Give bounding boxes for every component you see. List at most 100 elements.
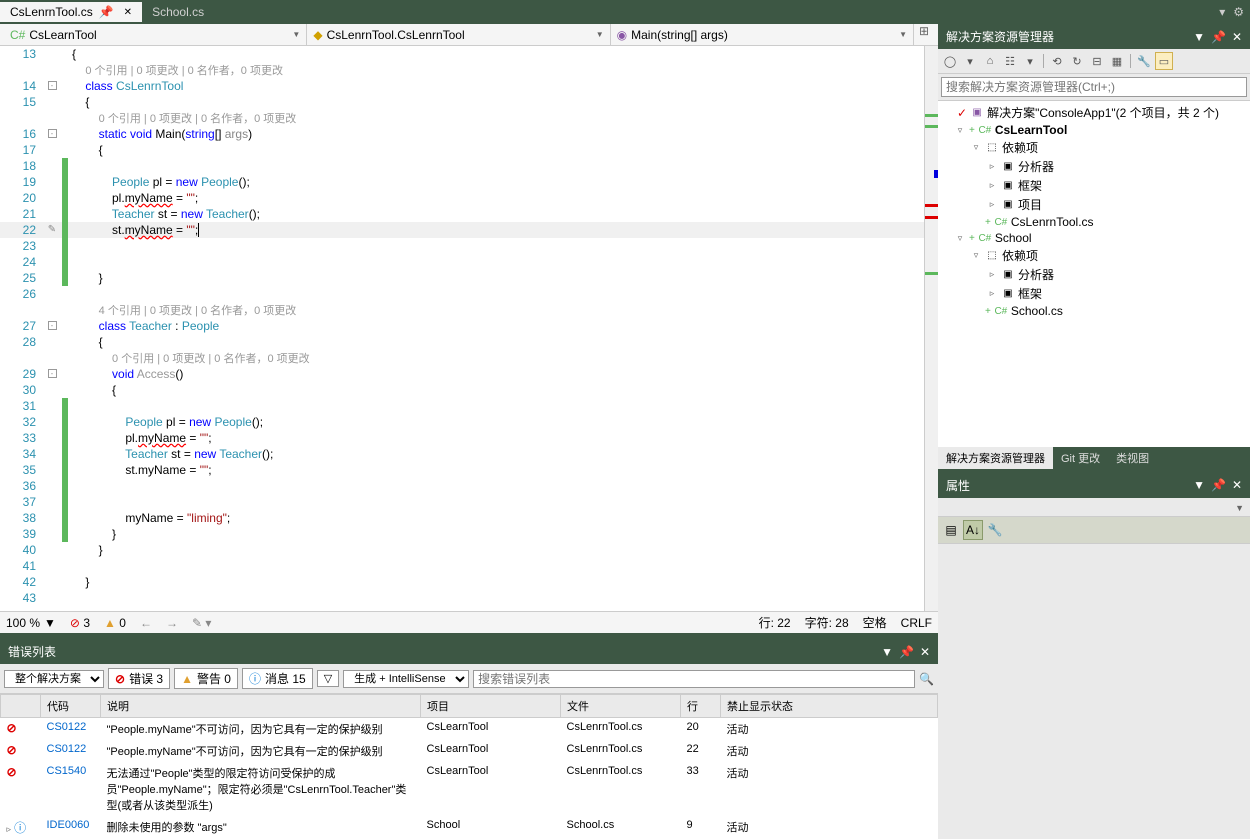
error-row[interactable]: ▹ ⓘIDE0060删除未使用的参数 "args"SchoolSchool.cs… (1, 816, 938, 839)
chevron-down-icon[interactable]: ▼ (1235, 503, 1244, 513)
tab-git-changes[interactable]: Git 更改 (1053, 447, 1108, 469)
dropdown-icon[interactable]: ▼ (881, 645, 893, 659)
code-text[interactable]: People pl = new People(); (68, 174, 924, 190)
code-text[interactable] (68, 590, 924, 606)
code-line[interactable]: 42 } (0, 574, 924, 590)
refresh-icon[interactable]: ↻ (1068, 52, 1086, 70)
chevron-down-icon[interactable]: ▼ (596, 30, 604, 39)
code-text[interactable]: 4 个引用 | 0 项更改 | 0 名作者，0 项更改 (68, 302, 924, 318)
fold-toggle[interactable] (42, 190, 62, 206)
column-header[interactable]: 项目 (421, 695, 561, 718)
close-icon[interactable]: ✕ (1232, 30, 1242, 44)
code-text[interactable]: Teacher st = new Teacher(); (68, 206, 924, 222)
solution-search-input[interactable] (941, 77, 1247, 97)
tree-node[interactable]: ▹▣分析器 (938, 157, 1250, 176)
wrench-icon[interactable]: 🔧 (985, 520, 1005, 540)
code-text[interactable]: } (68, 574, 924, 590)
settings-icon[interactable]: ⚙ (1233, 5, 1244, 19)
fold-toggle[interactable]: - (42, 78, 62, 94)
code-text[interactable]: People pl = new People(); (68, 414, 924, 430)
column-header[interactable]: 行 (681, 695, 721, 718)
fwd-icon[interactable]: ▾ (961, 52, 979, 70)
fold-toggle[interactable] (42, 478, 62, 494)
code-text[interactable]: } (68, 526, 924, 542)
code-line[interactable]: 41 (0, 558, 924, 574)
build-filter[interactable]: 生成 + IntelliSense (343, 670, 469, 688)
dropdown-icon[interactable]: ▼ (1193, 478, 1205, 492)
column-header[interactable]: 文件 (561, 695, 681, 718)
fold-toggle[interactable] (42, 382, 62, 398)
code-line[interactable]: 19 People pl = new People(); (0, 174, 924, 190)
fold-toggle[interactable] (42, 158, 62, 174)
tree-node[interactable]: + C#CsLenrnTool.cs (938, 214, 1250, 230)
solution-node[interactable]: ✓▣ 解决方案"ConsoleApp1"(2 个项目，共 2 个) (938, 103, 1250, 122)
close-icon[interactable]: ✕ (1232, 478, 1242, 492)
fold-toggle[interactable] (42, 174, 62, 190)
zoom-selector[interactable]: 100 % ▼ (6, 616, 56, 630)
fold-toggle[interactable] (42, 558, 62, 574)
close-icon[interactable]: ✕ (920, 645, 930, 659)
code-text[interactable] (68, 238, 924, 254)
code-line[interactable]: 34 Teacher st = new Teacher(); (0, 446, 924, 462)
code-line[interactable]: 20 pl.myName = ""; (0, 190, 924, 206)
tab-solution-explorer[interactable]: 解决方案资源管理器 (938, 447, 1053, 469)
code-line[interactable]: 36 (0, 478, 924, 494)
pending-icon[interactable]: ▾ (1021, 52, 1039, 70)
code-line[interactable]: 22✎ st.myName = ""; (0, 222, 924, 238)
code-text[interactable] (68, 254, 924, 270)
code-line[interactable]: 39 } (0, 526, 924, 542)
column-header[interactable]: 禁止显示状态 (721, 695, 938, 718)
code-line[interactable]: 26 (0, 286, 924, 302)
code-text[interactable]: st.myName = ""; (68, 222, 924, 238)
fold-toggle[interactable] (42, 590, 62, 606)
code-line[interactable]: 16- static void Main(string[] args) (0, 126, 924, 142)
split-icon[interactable]: ⊞ (914, 24, 934, 45)
code-text[interactable]: 0 个引用 | 0 项更改 | 0 名作者，0 项更改 (68, 110, 924, 126)
indent-mode[interactable]: 空格 (863, 614, 887, 631)
code-line[interactable]: 4 个引用 | 0 项更改 | 0 名作者，0 项更改 (0, 302, 924, 318)
file-tab-cslenrntool[interactable]: CsLenrnTool.cs 📌 ✕ (0, 2, 142, 22)
preview-icon[interactable]: ▭ (1155, 52, 1173, 70)
switch-view-icon[interactable]: ☷ (1001, 52, 1019, 70)
fold-toggle[interactable]: - (42, 126, 62, 142)
tree-node[interactable]: ▿+ C#School (938, 230, 1250, 246)
fold-toggle[interactable] (42, 542, 62, 558)
code-editor[interactable]: 13{ 0 个引用 | 0 项更改 | 0 名作者，0 项更改14- class… (0, 46, 938, 611)
code-text[interactable]: Teacher st = new Teacher(); (68, 446, 924, 462)
error-count[interactable]: ⊘ 3 (70, 616, 90, 630)
code-text[interactable]: } (68, 542, 924, 558)
search-icon[interactable]: 🔍 (919, 672, 934, 686)
fold-toggle[interactable] (42, 446, 62, 462)
code-text[interactable]: { (68, 94, 924, 110)
code-text[interactable] (68, 398, 924, 414)
nav-class[interactable]: ◆ CsLenrnTool.CsLenrnTool ▼ (307, 24, 610, 45)
fold-toggle[interactable] (42, 254, 62, 270)
code-line[interactable]: 32 People pl = new People(); (0, 414, 924, 430)
code-line[interactable]: 40 } (0, 542, 924, 558)
fold-toggle[interactable] (42, 430, 62, 446)
tree-node[interactable]: ▹▣项目 (938, 195, 1250, 214)
code-text[interactable]: { (68, 46, 924, 62)
dropdown-icon[interactable]: ▼ (1193, 30, 1205, 44)
code-line[interactable]: 33 pl.myName = ""; (0, 430, 924, 446)
tree-node[interactable]: ▹▣框架 (938, 284, 1250, 303)
code-text[interactable]: } (68, 270, 924, 286)
code-text[interactable] (68, 558, 924, 574)
filter-button[interactable]: ▽ (317, 670, 339, 687)
fold-toggle[interactable] (42, 110, 62, 126)
pin-icon[interactable]: 📌 (99, 5, 114, 19)
code-line[interactable]: 23 (0, 238, 924, 254)
code-line[interactable]: 30 { (0, 382, 924, 398)
back-icon[interactable]: ◯ (941, 52, 959, 70)
tree-node[interactable]: + C#School.cs (938, 303, 1250, 319)
nav-method[interactable]: ◉ Main(string[] args) ▼ (611, 24, 914, 45)
code-line[interactable]: 15 { (0, 94, 924, 110)
nav-fwd-icon[interactable]: → (166, 616, 178, 630)
fold-toggle[interactable] (42, 462, 62, 478)
categorize-icon[interactable]: ▤ (941, 520, 961, 540)
pin-icon[interactable]: 📌 (1211, 478, 1226, 492)
code-text[interactable] (68, 286, 924, 302)
tree-node[interactable]: ▿+ C#CsLearnTool (938, 122, 1250, 138)
fold-toggle[interactable] (42, 510, 62, 526)
code-line[interactable]: 28 { (0, 334, 924, 350)
